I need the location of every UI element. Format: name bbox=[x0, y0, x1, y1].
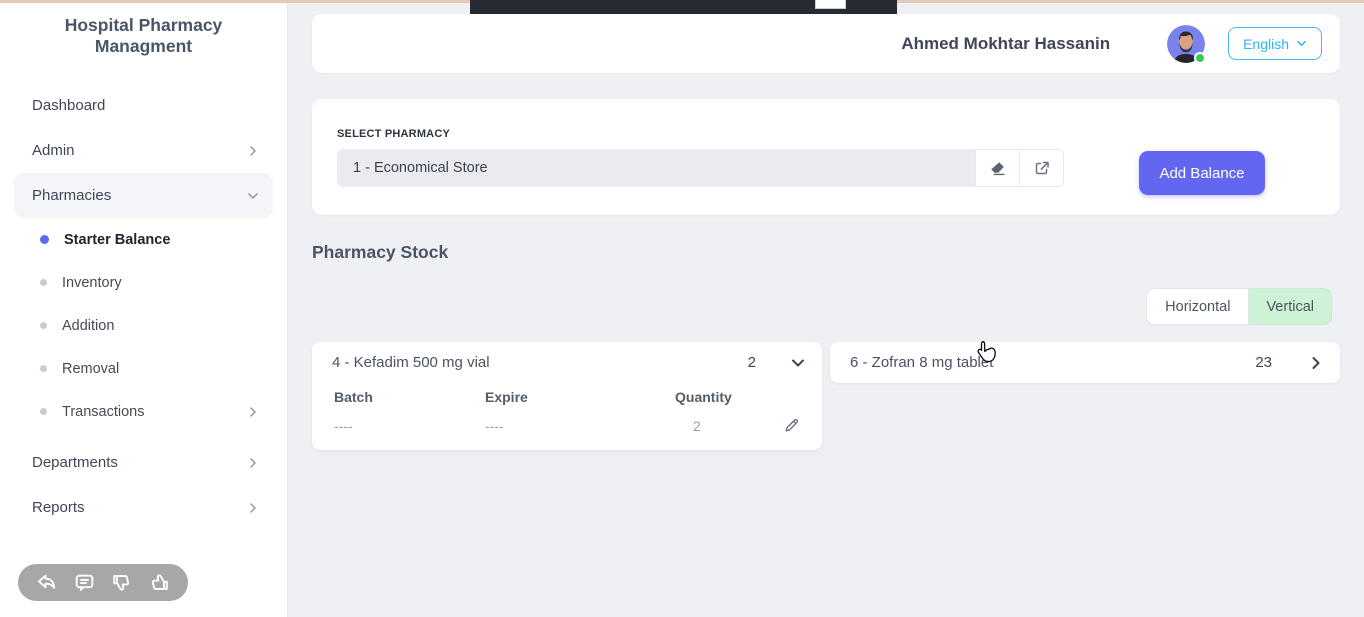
pharmacy-select-value: 1 - Economical Store bbox=[353, 160, 488, 176]
pharmacy-select-input[interactable]: 1 - Economical Store bbox=[337, 149, 975, 187]
sidebar-item-removal[interactable]: Removal bbox=[14, 347, 273, 390]
select-tools bbox=[975, 149, 1064, 187]
chevron-down-icon[interactable] bbox=[790, 355, 806, 371]
stock-cards: 4 - Kefadim 500 mg vial 2 Batch Expire Q… bbox=[312, 342, 1340, 450]
select-pharmacy-label: SELECT PHARMACY bbox=[337, 128, 1315, 140]
stock-card-kefadim: 4 - Kefadim 500 mg vial 2 Batch Expire Q… bbox=[312, 342, 822, 450]
vertical-view-button[interactable]: Vertical bbox=[1249, 288, 1332, 325]
view-toggle-group: Horizontal Vertical bbox=[312, 288, 1332, 325]
eraser-icon bbox=[989, 160, 1006, 177]
avatar[interactable] bbox=[1167, 25, 1205, 63]
top-header: Ahmed Mokhtar Hassanin English bbox=[312, 14, 1340, 73]
online-status-dot bbox=[1194, 52, 1206, 64]
select-pharmacy-panel: SELECT PHARMACY 1 - Economical Store bbox=[312, 99, 1340, 215]
edit-batch-button[interactable] bbox=[783, 417, 800, 434]
sidebar-nav: Dashboard Admin Pharmacies Starter Balan… bbox=[0, 83, 287, 530]
sidebar-item-addition[interactable]: Addition bbox=[14, 304, 273, 347]
app-title: Hospital Pharmacy Managment bbox=[34, 15, 254, 57]
user-name: Ahmed Mokhtar Hassanin bbox=[901, 34, 1110, 54]
sidebar-item-label: Transactions bbox=[62, 404, 144, 420]
chevron-down-icon bbox=[247, 190, 259, 202]
sidebar-item-reports[interactable]: Reports bbox=[14, 485, 273, 530]
chevron-right-icon bbox=[247, 145, 259, 157]
page-title: Pharmacy Stock bbox=[312, 242, 1340, 263]
thumbs-up-icon[interactable] bbox=[148, 571, 171, 594]
video-overlay-chip bbox=[815, 0, 846, 9]
chevron-right-icon[interactable] bbox=[1308, 355, 1324, 371]
expire-value: ---- bbox=[485, 418, 675, 434]
column-header-quantity: Quantity bbox=[675, 389, 765, 405]
column-header-batch: Batch bbox=[334, 389, 485, 405]
sidebar-item-admin[interactable]: Admin bbox=[14, 128, 273, 173]
sidebar-item-label: Starter Balance bbox=[64, 232, 170, 248]
nav-spacer bbox=[0, 433, 287, 440]
sidebar-item-label: Departments bbox=[32, 454, 118, 471]
sidebar-item-departments[interactable]: Departments bbox=[14, 440, 273, 485]
active-bullet-icon bbox=[40, 235, 49, 244]
stock-card-header[interactable]: 6 - Zofran 8 mg tablet 23 bbox=[830, 342, 1340, 383]
sidebar-item-label: Pharmacies bbox=[32, 187, 111, 204]
select-pharmacy-control: 1 - Economical Store bbox=[337, 149, 1064, 187]
sidebar-item-label: Admin bbox=[32, 142, 75, 159]
bullet-icon bbox=[40, 322, 47, 329]
sidebar-item-label: Addition bbox=[62, 318, 114, 334]
sidebar-item-pharmacies[interactable]: Pharmacies bbox=[14, 173, 273, 218]
stock-card-header[interactable]: 4 - Kefadim 500 mg vial 2 bbox=[312, 342, 822, 383]
bullet-icon bbox=[40, 279, 47, 286]
clear-selection-button[interactable] bbox=[976, 150, 1020, 186]
chevron-right-icon bbox=[247, 457, 259, 469]
feedback-toolbar bbox=[18, 564, 188, 601]
sidebar-item-dashboard[interactable]: Dashboard bbox=[14, 83, 273, 128]
column-header-expire: Expire bbox=[485, 389, 675, 405]
external-link-icon bbox=[1033, 159, 1051, 177]
batch-table: Batch Expire Quantity ---- ---- 2 bbox=[334, 389, 800, 434]
batch-value: ---- bbox=[334, 418, 485, 434]
language-label: English bbox=[1243, 36, 1289, 52]
main-content: Ahmed Mokhtar Hassanin English SELECT PH… bbox=[288, 0, 1364, 617]
stock-card-detail: Batch Expire Quantity ---- ---- 2 bbox=[312, 383, 822, 450]
horizontal-view-button[interactable]: Horizontal bbox=[1146, 288, 1249, 325]
stock-card-zofran: 6 - Zofran 8 mg tablet 23 bbox=[830, 342, 1340, 383]
sidebar-item-starter-balance[interactable]: Starter Balance bbox=[14, 218, 273, 261]
chevron-down-icon bbox=[1296, 38, 1307, 49]
chevron-right-icon bbox=[247, 406, 259, 418]
sidebar: Hospital Pharmacy Managment Dashboard Ad… bbox=[0, 0, 288, 617]
video-overlay-bar bbox=[470, 0, 897, 14]
sidebar-item-label: Inventory bbox=[62, 275, 122, 291]
stock-item-title: 4 - Kefadim 500 mg vial bbox=[332, 354, 490, 371]
stock-item-quantity: 23 bbox=[1255, 354, 1272, 371]
chevron-right-icon bbox=[247, 502, 259, 514]
open-pharmacy-button[interactable] bbox=[1020, 150, 1063, 186]
quantity-value: 2 bbox=[675, 418, 765, 434]
thumbs-down-icon[interactable] bbox=[110, 571, 133, 594]
sidebar-item-label: Reports bbox=[32, 499, 85, 516]
sidebar-item-label: Removal bbox=[62, 361, 119, 377]
language-selector[interactable]: English bbox=[1228, 27, 1322, 60]
stock-item-title: 6 - Zofran 8 mg tablet bbox=[850, 354, 993, 371]
sidebar-item-transactions[interactable]: Transactions bbox=[14, 390, 273, 433]
pencil-icon bbox=[783, 417, 800, 434]
reply-arrow-icon[interactable] bbox=[35, 571, 58, 594]
bullet-icon bbox=[40, 408, 47, 415]
comment-icon[interactable] bbox=[73, 571, 96, 594]
stock-item-quantity: 2 bbox=[748, 354, 756, 371]
bullet-icon bbox=[40, 365, 47, 372]
sidebar-item-inventory[interactable]: Inventory bbox=[14, 261, 273, 304]
add-balance-button[interactable]: Add Balance bbox=[1139, 151, 1265, 195]
sidebar-item-label: Dashboard bbox=[32, 97, 105, 114]
